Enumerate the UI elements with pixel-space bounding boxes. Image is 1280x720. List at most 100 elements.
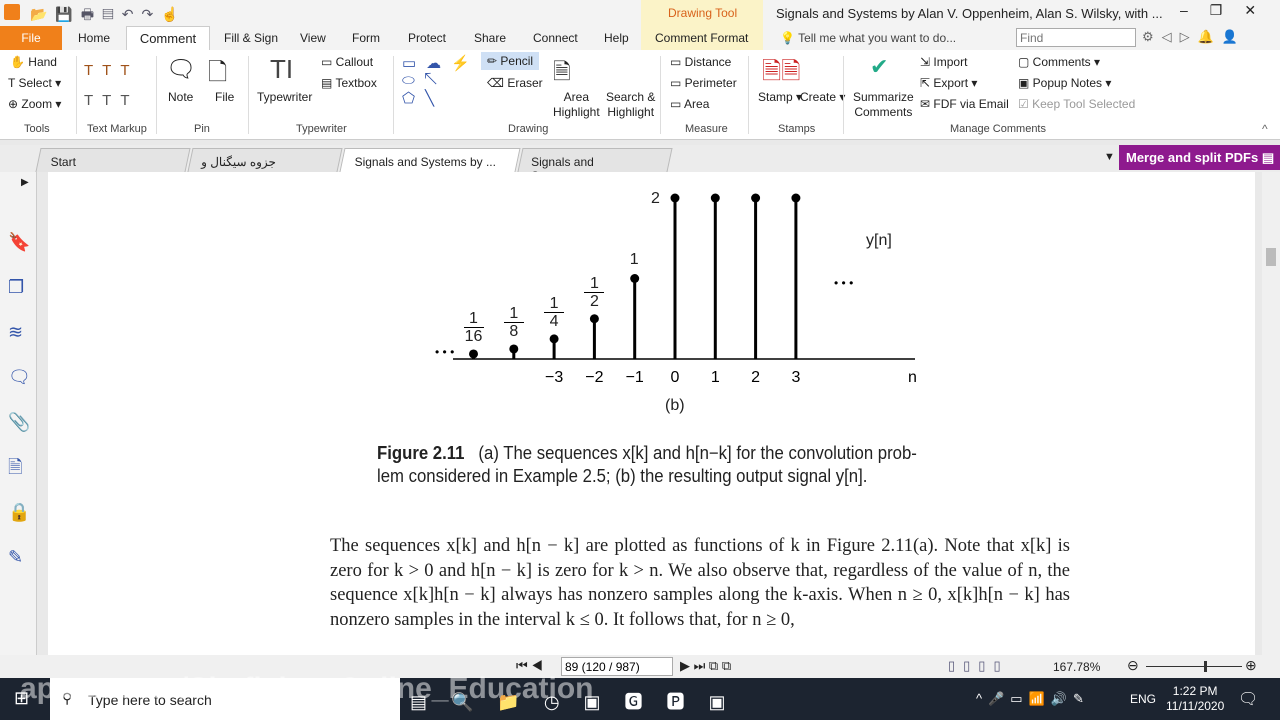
tab-home[interactable]: Home bbox=[78, 31, 110, 45]
group-label: Pin bbox=[194, 123, 210, 135]
stem-dot bbox=[791, 193, 801, 203]
zoom-in-button[interactable]: ⊕ bbox=[1245, 657, 1257, 674]
tick-label: 2 bbox=[751, 369, 760, 386]
stem-value-label: 1 16 bbox=[463, 309, 484, 345]
tab-share[interactable]: Share bbox=[474, 31, 506, 45]
clock[interactable]: 1:22 PM 11/11/2020 bbox=[1166, 684, 1224, 714]
title-bar: 📂💾🖶▤↶↷☝ Signals and Systems by Alan V. O… bbox=[0, 0, 1280, 26]
stem-dot bbox=[670, 193, 680, 203]
note-icon[interactable]: 🗨 bbox=[166, 55, 196, 84]
stem-value-label: 2 bbox=[651, 190, 660, 207]
collapse-ribbon-icon[interactable]: ^ bbox=[1262, 122, 1268, 136]
perimeter-tool[interactable]: ▭ Perimeter bbox=[670, 76, 737, 90]
pencil-tool[interactable]: ✏ Pencil bbox=[481, 52, 540, 70]
zoom-out-button[interactable]: ⊖ bbox=[1127, 657, 1139, 674]
create-button[interactable]: Create ▾ bbox=[800, 90, 845, 104]
group-label: Tools bbox=[24, 123, 50, 135]
distance-tool[interactable]: ▭ Distance bbox=[670, 55, 731, 69]
signal-label: y[n] bbox=[866, 232, 892, 249]
group-label: Manage Comments bbox=[950, 123, 1046, 135]
tick-label: −3 bbox=[545, 369, 563, 386]
stem-value-label: 12 bbox=[584, 275, 605, 310]
tell-me-text: Tell me what you want to do... bbox=[798, 31, 957, 45]
popup-notes-button[interactable]: ▣ Popup Notes ▾ bbox=[1018, 76, 1111, 90]
app-logo-icon bbox=[4, 4, 20, 20]
merge-split-banner[interactable]: Merge and split PDFs ▤ bbox=[1119, 145, 1280, 170]
quick-access-icons[interactable]: 📂💾🖶▤↶↷☝ bbox=[30, 4, 187, 28]
drawing-tool-label: Drawing Tool bbox=[668, 6, 738, 20]
group-label: Typewriter bbox=[296, 123, 347, 135]
stem-value-label: 14 bbox=[544, 295, 565, 330]
zoom-slider[interactable] bbox=[1146, 666, 1242, 667]
comments-button[interactable]: ▢ Comments ▾ bbox=[1018, 55, 1100, 69]
page-layout-buttons[interactable]: ▯▯▯▯ bbox=[948, 658, 1009, 674]
stem-dot bbox=[509, 344, 519, 354]
select-tool[interactable]: T Select ▾ bbox=[8, 76, 61, 90]
shape-tools[interactable]: ▭☁⚡ ⬭↖ ⬠╲ bbox=[402, 54, 480, 107]
export-button[interactable]: ⇱ Export ▾ bbox=[920, 76, 977, 90]
tab-protect[interactable]: Protect bbox=[408, 31, 446, 45]
textbox-button[interactable]: ▤ Textbox bbox=[321, 76, 377, 90]
tab-connect[interactable]: Connect bbox=[533, 31, 578, 45]
tab-view[interactable]: View bbox=[300, 31, 326, 45]
eraser-tool[interactable]: ⌫ Eraser bbox=[487, 76, 543, 90]
tab-help[interactable]: Help bbox=[604, 31, 629, 45]
ellipsis-right: • • • bbox=[834, 276, 853, 290]
input-language[interactable]: ENG bbox=[1130, 692, 1156, 706]
tab-comment[interactable]: Comment bbox=[126, 26, 210, 51]
tab-list-dropdown[interactable]: ▼ bbox=[1104, 151, 1115, 163]
stem-dot bbox=[710, 193, 720, 203]
note-button[interactable]: Note bbox=[168, 90, 193, 104]
doc-tab-start[interactable]: Start bbox=[35, 148, 191, 172]
group-label: Stamps bbox=[778, 123, 816, 135]
doc-tab-active[interactable]: Signals and Systems by ...✕ bbox=[339, 148, 521, 183]
stem-value-label: 18 bbox=[503, 305, 524, 340]
area-tool[interactable]: ▭ Area bbox=[670, 97, 709, 111]
stem-dot bbox=[589, 314, 599, 324]
ellipsis-left: • • • bbox=[435, 345, 454, 359]
file-attach-button[interactable]: File bbox=[215, 90, 234, 104]
figure-caption: Figure 2.11 (a) The sequences x[k] and h… bbox=[377, 442, 917, 488]
tell-me-search[interactable]: 💡 Tell me what you want to do... bbox=[780, 31, 956, 45]
system-tray-icons[interactable]: ^🎤▭📶🔊✎ bbox=[976, 691, 1090, 707]
tick-label: −1 bbox=[626, 369, 644, 386]
import-button[interactable]: ⇲ Import bbox=[920, 55, 967, 69]
vertical-scrollbar[interactable] bbox=[1262, 172, 1280, 655]
typewriter-button[interactable]: Typewriter bbox=[257, 90, 312, 104]
notifications-icon[interactable]: 🗨 bbox=[1238, 689, 1258, 709]
toolbar-icons[interactable]: ⚙◁▷🔔👤 bbox=[1142, 29, 1246, 45]
doc-tab-persian[interactable]: جزوه سیگنال و سیستم... bbox=[187, 148, 343, 183]
strikeout-text-icons[interactable]: TTT bbox=[84, 92, 139, 109]
caption-line2: lem considered in Example 2.5; (b) the r… bbox=[377, 466, 868, 486]
tab-comment-format[interactable]: Comment Format bbox=[655, 31, 748, 45]
area-highlight-icon: 🗎 bbox=[553, 59, 571, 84]
doc-tab-other[interactable]: Signals and Systems_... bbox=[517, 148, 673, 183]
group-label: Text Markup bbox=[87, 123, 147, 135]
file-menu[interactable]: File bbox=[0, 26, 62, 50]
find-input[interactable] bbox=[1016, 28, 1136, 47]
zoom-slider-thumb[interactable] bbox=[1203, 661, 1207, 672]
taskbar-apps[interactable]: ▤🔍📁◷▣🅶🅿▣ bbox=[410, 688, 750, 714]
tab-form[interactable]: Form bbox=[352, 31, 380, 45]
hand-tool[interactable]: ✋ Hand bbox=[10, 55, 57, 69]
panel-icons[interactable]: 🔖 ❐ ≋ 🗨 📎 🗎 🔒 ✎ bbox=[8, 220, 31, 580]
expand-panel-icon[interactable]: ▶ bbox=[21, 177, 29, 188]
tick-label: 0 bbox=[671, 369, 680, 386]
summarize-comments-button[interactable]: Summarize Comments bbox=[853, 90, 914, 120]
next-last-page-buttons[interactable]: ▶ ⏭ ⧉ ⧉ bbox=[680, 658, 731, 674]
zoom-tool[interactable]: ⊕ Zoom ▾ bbox=[8, 97, 61, 111]
area-highlight-button[interactable]: Area Highlight bbox=[553, 90, 600, 120]
scroll-thumb[interactable] bbox=[1266, 248, 1276, 266]
keep-tool-selected-checkbox[interactable]: ☑ Keep Tool Selected bbox=[1018, 97, 1135, 111]
tab-fill-sign[interactable]: Fill & Sign bbox=[224, 31, 278, 45]
window-title: Signals and Systems by Alan V. Oppenheim… bbox=[776, 6, 1163, 21]
zoom-level[interactable]: 167.78% bbox=[1053, 660, 1100, 674]
window-controls[interactable]: –❐✕ bbox=[1180, 2, 1278, 19]
figure-2-11b: −3 −2 −1 0 1 2 3 n• • •• • • bbox=[435, 193, 917, 386]
stem-dot bbox=[630, 274, 640, 283]
search-highlight-button[interactable]: Search & Highlight bbox=[606, 90, 655, 120]
callout-button[interactable]: ▭ Callout bbox=[321, 55, 373, 69]
typewriter-icon[interactable]: TI bbox=[270, 54, 293, 85]
highlight-text-icons[interactable]: TTT bbox=[84, 62, 139, 79]
fdf-email-button[interactable]: ✉ FDF via Email bbox=[920, 97, 1009, 111]
